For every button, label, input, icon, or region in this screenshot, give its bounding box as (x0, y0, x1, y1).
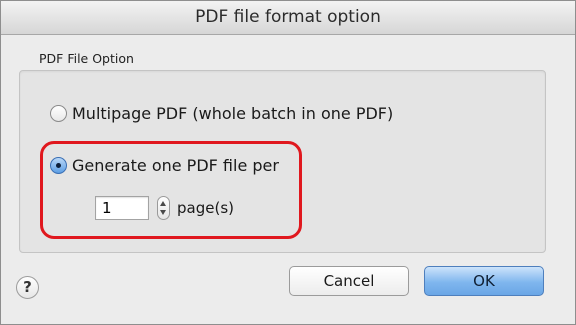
pages-unit-label: page(s) (177, 199, 234, 217)
dialog-window: PDF file format option PDF File Option M… (0, 0, 576, 325)
generate-per-pages-radio[interactable] (50, 157, 67, 174)
help-icon[interactable]: ? (16, 276, 39, 299)
window-title: PDF file format option (1, 1, 575, 35)
cancel-button[interactable]: Cancel (289, 266, 409, 296)
generate-per-pages-option[interactable]: Generate one PDF file per (50, 156, 279, 175)
group-label: PDF File Option (39, 51, 134, 66)
generate-per-pages-label: Generate one PDF file per (72, 156, 279, 175)
multipage-label: Multipage PDF (whole batch in one PDF) (72, 104, 394, 123)
stepper-up-icon[interactable] (160, 201, 166, 206)
stepper-down-icon[interactable] (160, 210, 166, 215)
pdf-file-option-group: Multipage PDF (whole batch in one PDF) G… (19, 70, 546, 253)
pages-stepper[interactable] (157, 196, 170, 220)
ok-button[interactable]: OK (424, 266, 544, 296)
multipage-pdf-option[interactable]: Multipage PDF (whole batch in one PDF) (50, 104, 393, 123)
pages-control: page(s) (95, 196, 234, 220)
multipage-radio[interactable] (50, 105, 67, 122)
pages-count-input[interactable] (95, 196, 149, 220)
